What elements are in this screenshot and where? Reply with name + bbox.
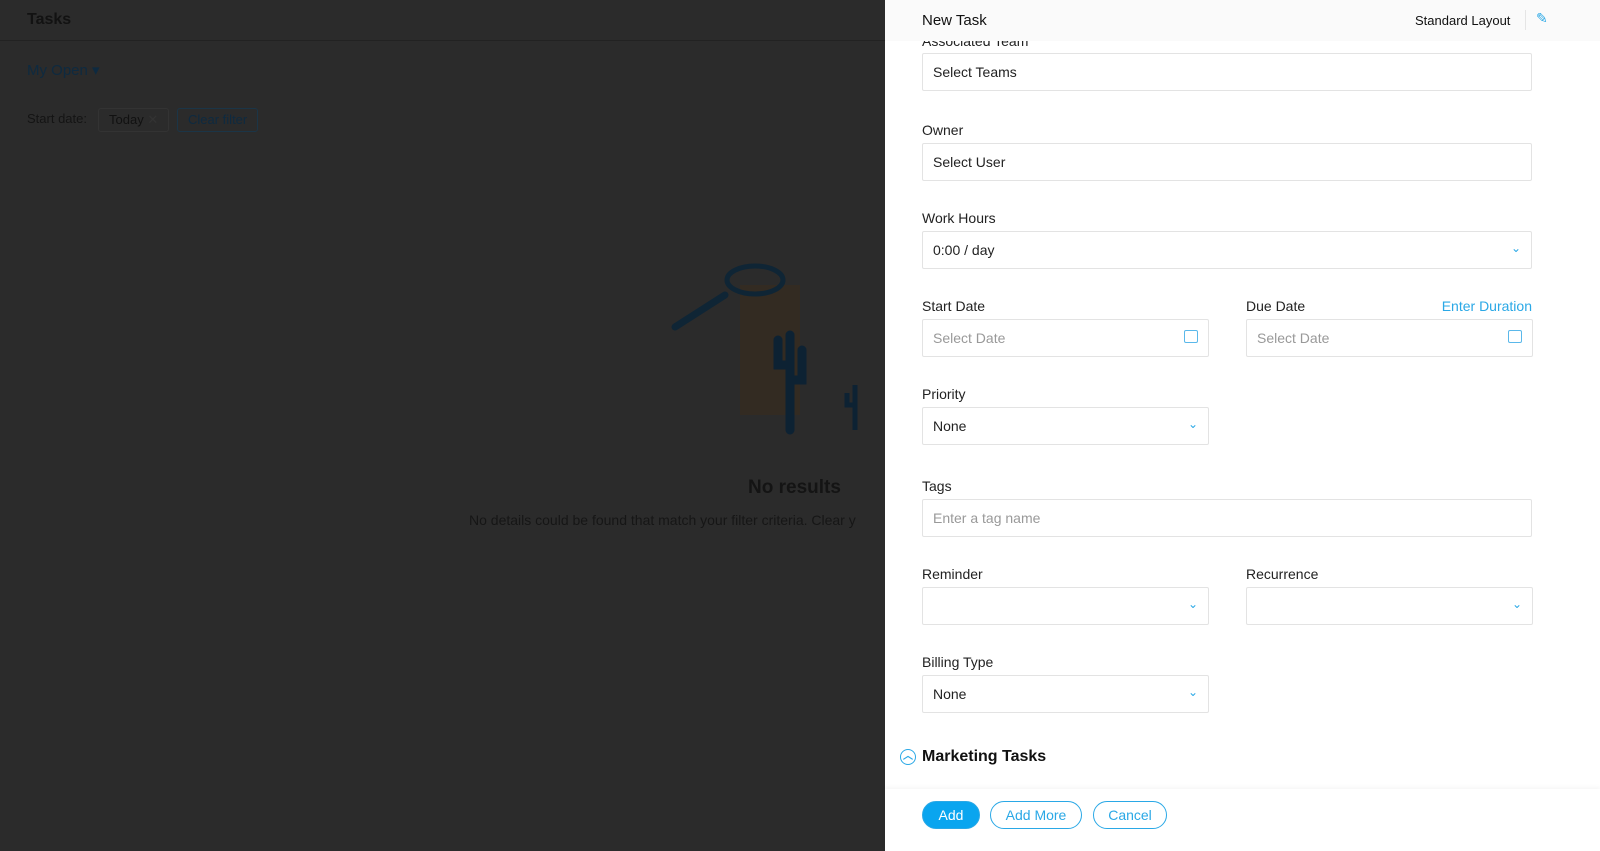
start-date-label: Start Date [922,298,986,314]
layout-selector[interactable]: Standard Layout [1415,13,1510,28]
start-date-input[interactable]: Select Date [922,319,1209,357]
team-select[interactable]: Select Teams [922,53,1532,91]
owner-select[interactable]: Select User [922,143,1532,181]
chevron-down-icon: ⌄ [1187,417,1198,431]
panel-header: New Task Standard Layout ✎ [885,0,1600,41]
add-more-button[interactable]: Add More [990,801,1082,829]
divider [0,40,885,41]
due-date-input[interactable]: Select Date [1246,319,1533,357]
priority-label: Priority [922,386,966,402]
divider [1525,10,1526,30]
owner-label: Owner [922,122,964,138]
recurrence-select[interactable]: ⌄ [1246,587,1533,625]
close-icon[interactable]: ✕ [147,112,158,127]
no-results-description: No details could be found that match you… [469,512,856,528]
due-date-placeholder: Select Date [1257,330,1330,346]
empty-state-illustration [671,263,858,435]
cancel-button[interactable]: Cancel [1093,801,1167,829]
view-label: My Open [27,62,88,79]
panel-footer: Add Add More Cancel [885,789,1600,851]
start-date-placeholder: Select Date [933,330,1006,346]
chevron-up-icon[interactable]: ︿ [900,749,916,765]
section-title: Marketing Tasks [922,748,1047,765]
clear-filter-button[interactable]: Clear filter [177,108,259,132]
filter-chip[interactable]: Today ✕ [98,108,170,132]
billing-type-label: Billing Type [922,654,994,670]
tags-input[interactable]: Enter a tag name [922,499,1532,537]
reminder-label: Reminder [922,566,983,582]
billing-type-value: None [933,686,967,702]
background-page: Tasks My Open ▾ Start date: Today ✕ Clea… [0,0,885,851]
calendar-icon[interactable] [1508,330,1522,343]
calendar-icon[interactable] [1184,330,1198,343]
priority-select[interactable]: None ⌄ [922,407,1209,445]
priority-value: None [933,418,967,434]
view-selector[interactable]: My Open ▾ [27,61,100,79]
enter-duration-link[interactable]: Enter Duration [1442,298,1532,314]
chevron-down-icon: ⌄ [1187,597,1198,611]
chevron-down-icon: ⌄ [1187,685,1198,699]
filter-label: Start date: [27,111,87,126]
pencil-icon[interactable]: ✎ [1536,10,1548,27]
chevron-down-icon: ⌄ [1510,241,1521,255]
work-hours-value: 0:00 / day [933,242,995,258]
chevron-down-icon: ⌄ [1511,597,1522,611]
billing-type-select[interactable]: None ⌄ [922,675,1209,713]
work-hours-label: Work Hours [922,210,996,226]
tags-label: Tags [922,478,952,494]
new-task-panel: New Task Standard Layout ✎ Associated Te… [885,0,1600,851]
chip-label: Today [109,112,144,127]
page-title: Tasks [27,11,72,28]
panel-title: New Task [922,12,987,29]
recurrence-label: Recurrence [1246,566,1319,582]
due-date-label: Due Date [1246,298,1306,314]
add-button[interactable]: Add [922,801,980,829]
no-results-title: No results [748,477,841,498]
reminder-select[interactable]: ⌄ [922,587,1209,625]
work-hours-select[interactable]: 0:00 / day ⌄ [922,231,1532,269]
marketing-tasks-section[interactable]: ︿ Marketing Tasks [900,748,1046,766]
